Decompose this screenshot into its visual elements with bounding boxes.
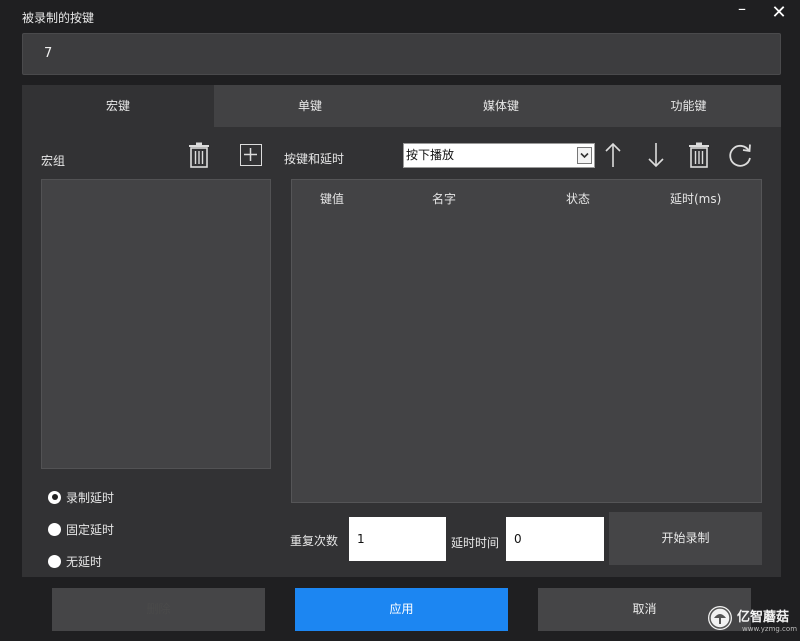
playback-mode-select[interactable]: 按下播放	[403, 143, 595, 168]
arrow-up-icon[interactable]	[603, 141, 623, 169]
radio-fixed-delay[interactable]: 固定延时	[48, 519, 114, 539]
radio-label: 录制延时	[66, 490, 115, 505]
tab-function-key[interactable]: 功能键	[596, 85, 781, 127]
close-icon[interactable]: ✕	[769, 2, 789, 24]
watermark-logo-icon	[708, 606, 732, 630]
keys-table[interactable]	[291, 179, 762, 503]
trash-icon[interactable]	[687, 142, 711, 168]
radio-selected-icon[interactable]	[48, 490, 61, 504]
recorded-key-field[interactable]: 7	[22, 33, 781, 75]
repeat-count-label: 重复次数	[290, 534, 339, 548]
select-value: 按下播放	[406, 148, 455, 162]
column-header-status: 状态	[566, 192, 591, 206]
watermark-url: www.yzmg.com	[742, 625, 798, 633]
macro-group-list[interactable]	[41, 179, 271, 469]
tab-single-key[interactable]: 单键	[214, 85, 406, 127]
radio-record-delay[interactable]: 录制延时	[48, 487, 114, 507]
radio-no-delay[interactable]: 无延时	[48, 551, 102, 571]
delay-time-label: 延时时间	[451, 536, 500, 550]
plus-box-icon[interactable]	[240, 144, 262, 166]
chevron-down-icon[interactable]	[577, 147, 592, 164]
tab-macro-key[interactable]: 宏键	[22, 85, 214, 127]
refresh-icon[interactable]	[727, 142, 755, 168]
trash-icon[interactable]	[187, 142, 211, 168]
watermark-text: 亿智蘑菇	[737, 610, 790, 625]
minimize-icon[interactable]: –	[733, 1, 751, 22]
tab-media-key[interactable]: 媒体键	[406, 85, 596, 127]
apply-button[interactable]: 应用	[295, 588, 508, 631]
column-header-delay: 延时(ms)	[670, 192, 722, 206]
repeat-count-input[interactable]: 1	[349, 517, 446, 561]
macro-group-label: 宏组	[41, 154, 66, 168]
arrow-down-icon[interactable]	[646, 141, 666, 169]
column-header-name: 名字	[432, 192, 457, 206]
delay-time-input[interactable]: 0	[506, 517, 604, 561]
radio-label: 无延时	[66, 554, 103, 569]
start-recording-button[interactable]: 开始录制	[609, 512, 762, 565]
window-title: 被录制的按键	[22, 11, 95, 25]
keys-and-delay-label: 按键和延时	[284, 152, 345, 166]
radio-icon[interactable]	[48, 554, 61, 568]
delete-button[interactable]: 删除	[52, 588, 265, 631]
radio-icon[interactable]	[48, 522, 61, 536]
column-header-key-value: 键值	[320, 192, 345, 206]
radio-label: 固定延时	[66, 522, 115, 537]
